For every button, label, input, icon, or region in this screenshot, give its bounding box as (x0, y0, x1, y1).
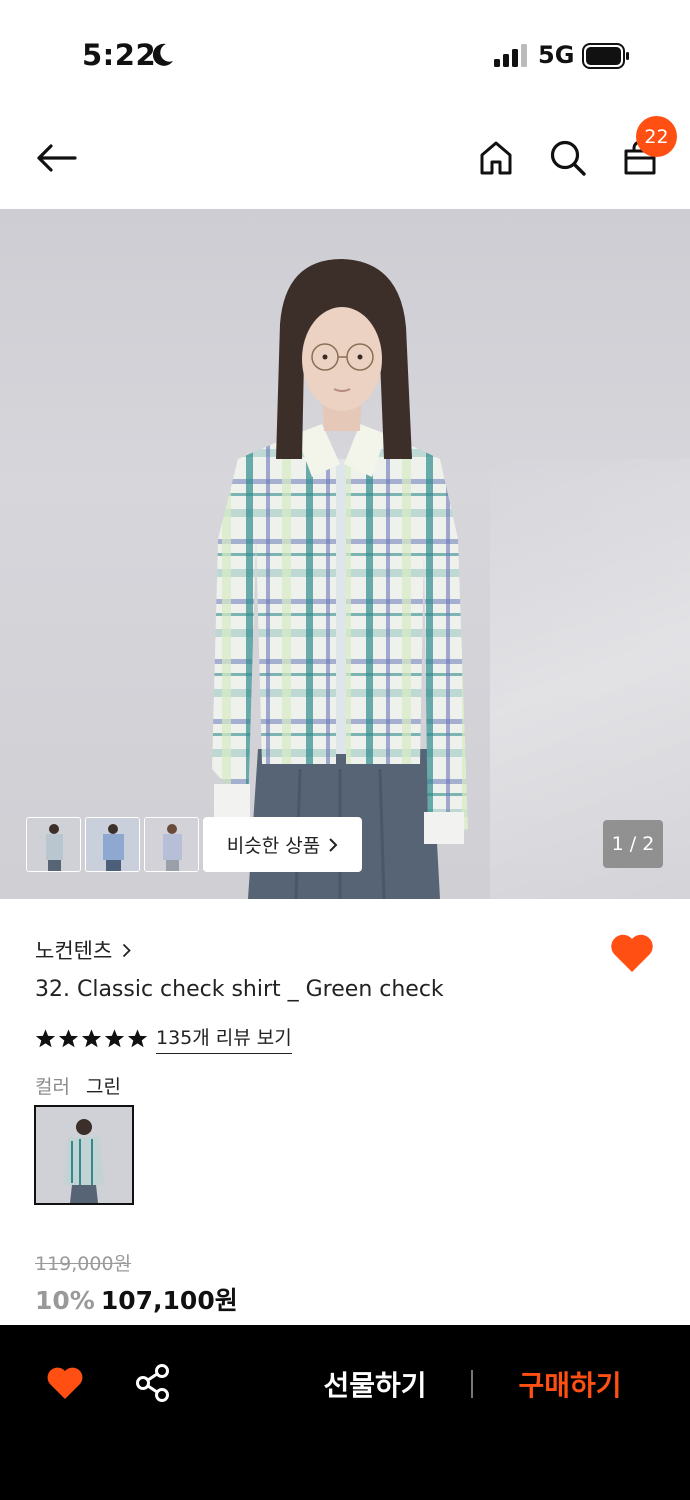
brand-name: 노컨텐츠 (35, 939, 113, 963)
similar-products-label: 비슷한 상품 (226, 835, 321, 857)
cart-count-badge: 22 (636, 116, 677, 157)
divider (471, 1370, 473, 1398)
discount-rate: 10% (35, 1286, 95, 1315)
share-icon[interactable] (134, 1363, 172, 1403)
original-price: 119,000원 (35, 1253, 132, 1275)
price-row: 10% 107,100원 (35, 1281, 238, 1317)
thumbnail-image (27, 818, 80, 871)
buy-button[interactable]: 구매하기 (495, 1361, 645, 1407)
star-icon (58, 1029, 79, 1048)
thumbnail-strip (26, 817, 199, 872)
home-button[interactable] (468, 130, 524, 186)
bottom-action-bar: 선물하기 구매하기 (0, 1325, 690, 1500)
product-image-carousel[interactable]: 비슷한 상품 1 / 2 (0, 209, 690, 899)
heart-icon[interactable] (46, 1365, 84, 1401)
network-label: 5G (538, 41, 575, 69)
hero-thumbnail-3[interactable] (144, 817, 199, 872)
back-arrow-icon (37, 144, 77, 172)
swatch-image (36, 1107, 132, 1203)
hero-thumbnail-1[interactable] (26, 817, 81, 872)
model-photo (212, 259, 468, 899)
search-icon (550, 140, 586, 176)
star-icon (35, 1029, 56, 1048)
status-time: 5:22 (82, 38, 157, 72)
star-icon (81, 1029, 102, 1048)
rating-row: 135개 리뷰 보기 (35, 1023, 292, 1054)
thumbnail-image (145, 818, 198, 871)
color-label: 컬러 (35, 1076, 70, 1098)
nav-bar (0, 110, 690, 209)
gift-button[interactable]: 선물하기 (300, 1361, 450, 1407)
star-icon (104, 1029, 125, 1048)
hero-thumbnail-2[interactable] (85, 817, 140, 872)
color-value: 그린 (86, 1076, 121, 1098)
search-button[interactable] (540, 130, 596, 186)
image-counter: 1 / 2 (603, 820, 663, 868)
product-title: 32. Classic check shirt _ Green check (35, 977, 444, 1002)
brand-link[interactable]: 노컨텐츠 (35, 935, 132, 965)
color-swatch-green[interactable] (34, 1105, 134, 1205)
similar-products-button[interactable]: 비슷한 상품 (203, 817, 362, 872)
rating-stars (35, 1028, 148, 1049)
thumbnail-image (86, 818, 139, 871)
chevron-right-icon (123, 943, 132, 957)
status-bar: 5:22 5G (0, 0, 690, 110)
battery-icon (582, 43, 629, 69)
sale-price: 107,100원 (100, 1286, 238, 1315)
home-icon (480, 141, 512, 175)
heart-icon[interactable] (609, 932, 655, 974)
chevron-right-icon (329, 837, 338, 852)
star-icon (127, 1029, 148, 1048)
color-option-row: 컬러 그린 (35, 1072, 121, 1099)
moon-icon (152, 43, 173, 66)
back-button[interactable] (28, 130, 84, 186)
review-link[interactable]: 135개 리뷰 보기 (156, 1023, 292, 1054)
signal-icon (494, 44, 527, 67)
